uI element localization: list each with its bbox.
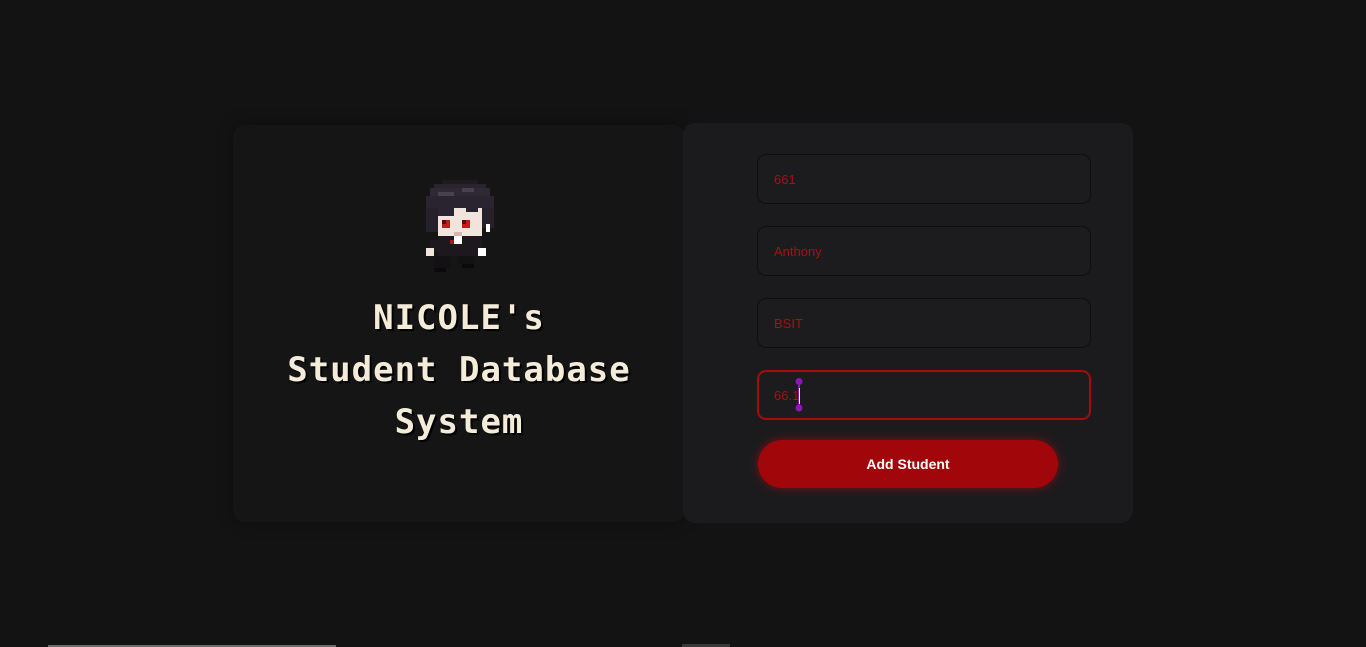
student-id-input[interactable] xyxy=(757,154,1091,204)
pixel-character-avatar-icon xyxy=(426,180,494,272)
add-student-button[interactable]: Add Student xyxy=(758,440,1058,488)
title-line-3: System xyxy=(394,402,524,442)
text-cursor-icon xyxy=(795,378,803,412)
page-title: NICOLE's Student Database System xyxy=(259,292,659,448)
student-name-input[interactable] xyxy=(757,226,1091,276)
course-input[interactable] xyxy=(757,298,1091,348)
grade-input[interactable] xyxy=(757,370,1091,420)
title-line-2: Student Database xyxy=(287,350,631,390)
title-line-1: NICOLE's xyxy=(373,298,545,338)
page: NICOLE's Student Database System Add Stu… xyxy=(0,0,1366,647)
